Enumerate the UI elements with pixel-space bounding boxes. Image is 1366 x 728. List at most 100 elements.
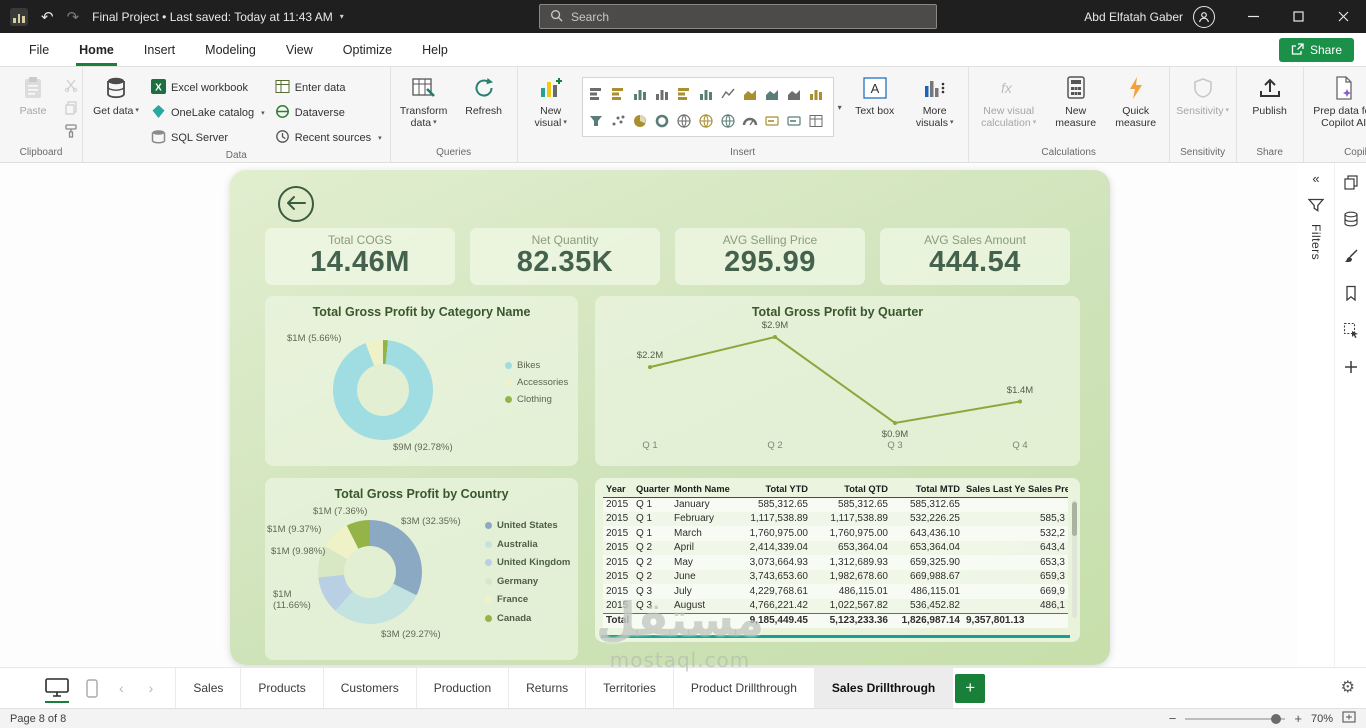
minimize-button[interactable] (1231, 0, 1276, 33)
waterfall-chart-icon[interactable] (805, 80, 827, 107)
kpi-card-net-quantity[interactable]: Net Quantity82.35K (470, 228, 660, 285)
kpi-card-avg-selling-price[interactable]: AVG Selling Price295.99 (675, 228, 865, 285)
clustered-column-chart-icon[interactable] (651, 80, 673, 107)
category-donut-visual[interactable]: Total Gross Profit by Category Name $1M … (265, 296, 578, 466)
gauge-icon[interactable] (739, 107, 761, 134)
kpi-card-avg-sales-amount[interactable]: AVG Sales Amount444.54 (880, 228, 1070, 285)
dataverse-button[interactable]: Dataverse (271, 103, 386, 123)
zoom-slider[interactable] (1185, 718, 1285, 720)
table-row[interactable]: 2015Q 1March1,760,975.001,760,975.00643,… (603, 526, 1068, 541)
treemap-chart-icon[interactable] (673, 107, 695, 134)
publish-button[interactable]: Publish (1241, 70, 1299, 119)
scrollbar-thumb[interactable] (1072, 502, 1077, 536)
sensitivity-button[interactable]: Sensitivity▾ (1174, 70, 1232, 119)
more-visuals-button[interactable]: More visuals▾ (906, 70, 964, 132)
selection-pane-icon[interactable] (1340, 320, 1362, 340)
country-donut-chart[interactable] (318, 520, 422, 624)
column-header-sales-last-year[interactable]: Sales Last Year (963, 482, 1025, 497)
share-button[interactable]: Share (1279, 38, 1354, 62)
copy-icon[interactable] (64, 101, 78, 118)
table-row[interactable]: 2015Q 2May3,073,664.931,312,689.93659,32… (603, 555, 1068, 570)
get-data-button[interactable]: Get data▾ (87, 70, 145, 119)
filled-map-icon[interactable] (717, 107, 739, 134)
maximize-button[interactable] (1276, 0, 1321, 33)
stacked-bar-chart-icon[interactable] (585, 80, 607, 107)
menu-item-insert[interactable]: Insert (129, 34, 190, 66)
refresh-button[interactable]: Refresh (455, 70, 513, 119)
prep-data-copilot-button[interactable]: Prep data for Copilot AI (1308, 70, 1366, 132)
clustered-bar-chart-icon[interactable] (607, 80, 629, 107)
new-visual-button[interactable]: New visual▾ (522, 70, 580, 132)
paste-button[interactable]: Paste (4, 70, 62, 119)
zoom-in-icon[interactable]: + (1294, 712, 1302, 725)
menu-item-modeling[interactable]: Modeling (190, 34, 271, 66)
column-header-quarter[interactable]: Quarter (633, 482, 671, 497)
text-box-button[interactable]: A Text box (846, 70, 904, 119)
settings-gear-icon[interactable]: ⚙ (1341, 677, 1355, 697)
sql-server-button[interactable]: SQL Server (147, 128, 269, 148)
gallery-scroll-chevron-icon[interactable]: ▾ (836, 103, 844, 112)
previous-page-icon[interactable]: ‹ (115, 680, 128, 696)
table-row[interactable]: 2015Q 2April2,414,339.04653,364.04653,36… (603, 541, 1068, 556)
enter-data-button[interactable]: Enter data (271, 78, 386, 98)
stacked-area-chart-icon[interactable] (761, 80, 783, 107)
table-icon[interactable] (805, 107, 827, 134)
fit-to-page-icon[interactable] (1342, 711, 1356, 726)
100-stacked-column-chart-icon[interactable] (695, 80, 717, 107)
page-tab-sales-drillthrough[interactable]: Sales Drillthrough (815, 668, 953, 708)
column-header-total-qtd[interactable]: Total QTD (811, 482, 891, 497)
add-pane-icon[interactable] (1340, 357, 1362, 377)
page-tab-production[interactable]: Production (417, 668, 509, 708)
page-tab-customers[interactable]: Customers (324, 668, 417, 708)
menu-item-home[interactable]: Home (64, 34, 129, 66)
column-header-total-mtd[interactable]: Total MTD (891, 482, 963, 497)
table-row[interactable]: 2015Q 3July4,229,768.61486,115.01486,115… (603, 584, 1068, 599)
column-header-sales-previos-m-[interactable]: Sales Previos M... (1025, 482, 1068, 497)
quarter-line-visual[interactable]: Total Gross Profit by Quarter $2.2M$2.9M… (595, 296, 1080, 466)
table-row[interactable]: 2015Q 1February1,117,538.891,117,538.895… (603, 512, 1068, 527)
format-painter-icon[interactable] (64, 124, 78, 141)
legend-item-clothing[interactable]: Clothing (505, 394, 568, 405)
zoom-out-icon[interactable]: − (1169, 712, 1177, 725)
legend-item-bikes[interactable]: Bikes (505, 360, 568, 371)
legend-item-canada[interactable]: Canada (485, 613, 570, 624)
line-chart[interactable] (595, 296, 1080, 466)
table-row[interactable]: 2015Q 2June3,743,653.601,982,678.60669,9… (603, 570, 1068, 585)
kpi-card-total-cogs[interactable]: Total COGS14.46M (265, 228, 455, 285)
monthly-sales-table-visual[interactable]: YearQuarterMonth NameTotal YTDTotal QTDT… (595, 478, 1080, 642)
menu-item-optimize[interactable]: Optimize (328, 34, 407, 66)
back-button[interactable] (278, 186, 314, 222)
line-chart-icon[interactable] (717, 80, 739, 107)
legend-item-accessories[interactable]: Accessories (505, 377, 568, 388)
map-icon[interactable] (695, 107, 717, 134)
next-page-icon[interactable]: › (145, 680, 158, 696)
excel-workbook-button[interactable]: XExcel workbook (147, 78, 269, 98)
data-pane-icon[interactable] (1340, 209, 1362, 229)
format-pane-icon[interactable] (1340, 246, 1362, 266)
expand-pane-icon[interactable]: « (1312, 171, 1319, 186)
legend-item-united-states[interactable]: United States (485, 520, 570, 531)
legend-item-germany[interactable]: Germany (485, 576, 570, 587)
menu-item-file[interactable]: File (14, 34, 64, 66)
page-tab-sales[interactable]: Sales (175, 668, 241, 708)
filters-pane-label[interactable]: Filters (1309, 224, 1323, 260)
window-title[interactable]: Final Project • Last saved: Today at 11:… (92, 10, 344, 24)
card-icon[interactable] (761, 107, 783, 134)
legend-item-united-kingdom[interactable]: United Kingdom (485, 557, 570, 568)
category-donut-chart[interactable] (333, 340, 433, 440)
add-page-button[interactable]: + (955, 674, 985, 703)
donut-chart-icon[interactable] (651, 107, 673, 134)
page-tab-returns[interactable]: Returns (509, 668, 586, 708)
table-scrollbar[interactable] (1072, 500, 1077, 618)
cut-icon[interactable] (64, 78, 78, 95)
area-chart-icon[interactable] (739, 80, 761, 107)
pie-chart-icon[interactable] (629, 107, 651, 134)
menu-item-help[interactable]: Help (407, 34, 463, 66)
undo-button[interactable]: ↶ (41, 8, 54, 26)
ribbon-chart-icon[interactable] (783, 80, 805, 107)
legend-item-france[interactable]: France (485, 594, 570, 605)
transform-data-button[interactable]: Transform data▾ (395, 70, 453, 132)
page-tab-territories[interactable]: Territories (586, 668, 674, 708)
table-row[interactable]: 2015Q 3August4,766,221.421,022,567.82536… (603, 599, 1068, 614)
zoom-slider-thumb[interactable] (1271, 714, 1281, 724)
